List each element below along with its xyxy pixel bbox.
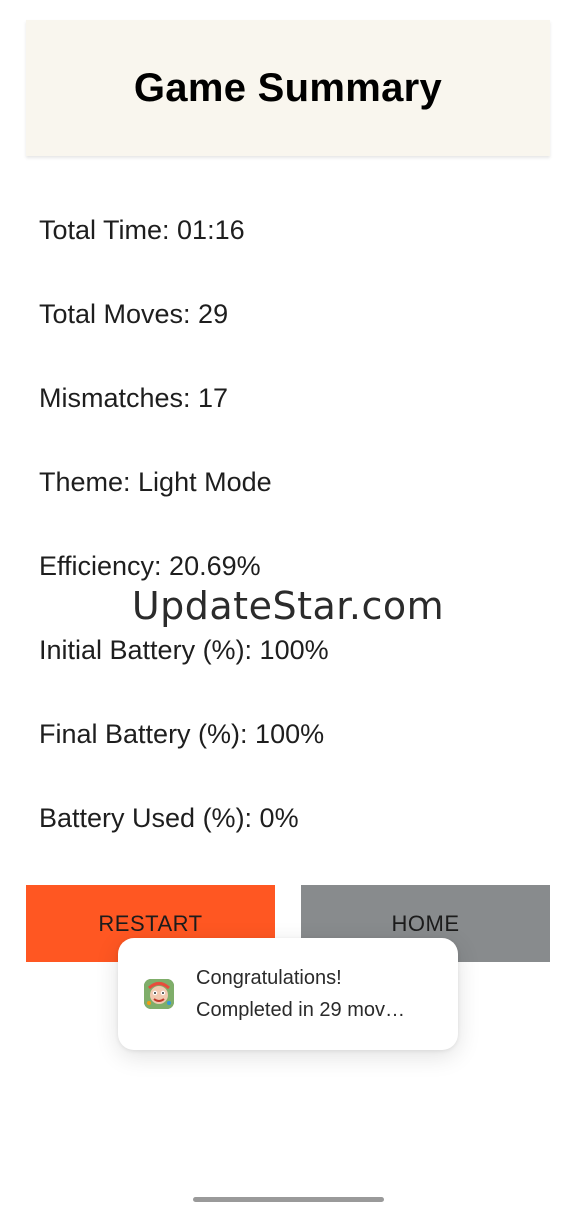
stat-mismatches: Mismatches: 17 — [39, 383, 229, 413]
app-icon-graphic — [144, 979, 174, 1009]
congratulations-toast: Congratulations! Completed in 29 mov… — [118, 938, 458, 1050]
page-title: Game Summary — [133, 65, 443, 110]
stat-battery-used: Battery Used (%): 0% — [39, 803, 299, 833]
stat-theme: Theme: Light Mode — [39, 467, 272, 497]
stat-total-moves: Total Moves: 29 — [39, 299, 229, 329]
toast-title: Congratulations! — [196, 967, 342, 989]
stat-final-battery: Final Battery (%): 100% — [39, 719, 325, 749]
app-icon — [144, 979, 174, 1009]
summary-header: Game Summary — [26, 20, 550, 156]
watermark: UpdateStar.com — [131, 584, 445, 628]
stats-list: Total Time: 01:16 Total Moves: 29 Mismat… — [39, 198, 539, 870]
stat-initial-battery: Initial Battery (%): 100% — [39, 635, 329, 665]
home-indicator-bar[interactable] — [193, 1197, 384, 1202]
stat-total-time: Total Time: 01:16 — [39, 215, 245, 245]
toast-message: Completed in 29 mov… — [196, 999, 405, 1021]
